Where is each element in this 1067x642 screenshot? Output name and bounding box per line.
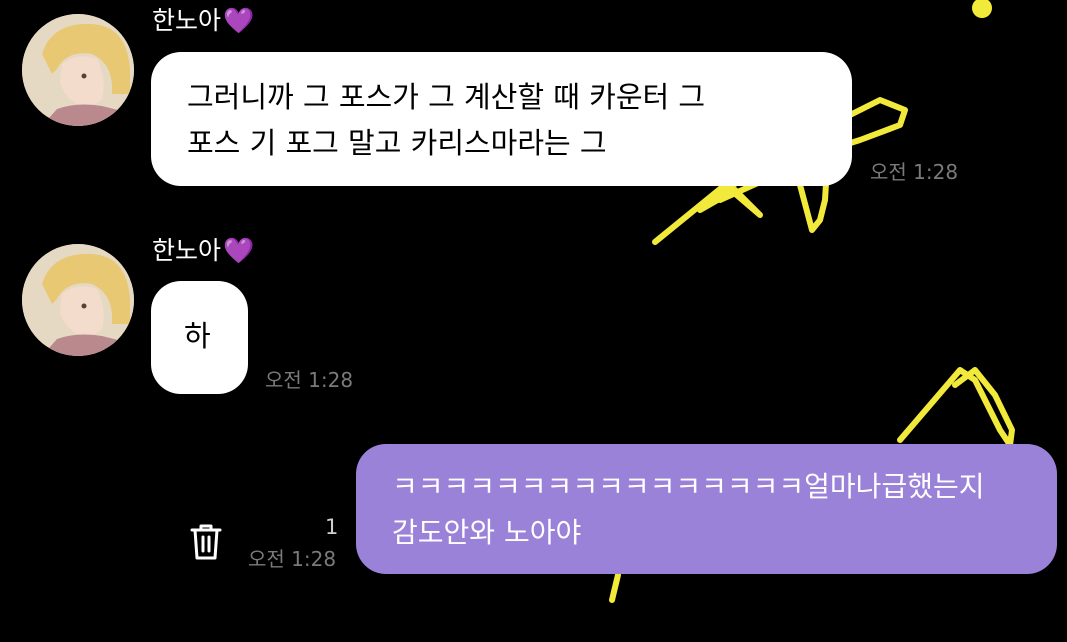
message-line: 감도안와 노아야 — [392, 516, 582, 549]
chat-screen: 한노아💜 그러니까 그 포스가 그 계산할 때 카운터 그 포스 기 포그 말고… — [0, 0, 1067, 642]
message-line: 포스 기 포그 말고 카리스마라는 그 — [187, 126, 607, 160]
avatar[interactable] — [22, 244, 134, 356]
purple-heart-icon: 💜 — [223, 236, 255, 265]
doodle-tail — [609, 572, 621, 603]
sender-name: 한노아💜 — [152, 236, 254, 266]
message-line: 그러니까 그 포스가 그 계산할 때 카운터 그 — [187, 80, 706, 114]
message-timestamp: 오전 1:28 — [248, 547, 337, 571]
sender-name: 한노아💜 — [152, 6, 254, 36]
purple-heart-icon: 💜 — [223, 6, 255, 35]
message-bubble[interactable]: 하 — [151, 281, 248, 394]
sender-name-text: 한노아 — [152, 6, 222, 35]
doodle-dot — [972, 0, 992, 18]
message-bubble[interactable]: 그러니까 그 포스가 그 계산할 때 카운터 그 포스 기 포그 말고 카리스마… — [151, 52, 852, 186]
profile-illustration-icon — [22, 244, 134, 356]
avatar[interactable] — [22, 14, 134, 126]
message-line: ㅋㅋㅋㅋㅋㅋㅋㅋㅋㅋㅋㅋㅋㅋㅋㅋ얼마나급했는지 — [392, 470, 985, 503]
doodle-star-bottom — [897, 367, 1015, 448]
sender-name-text: 한노아 — [152, 236, 222, 265]
trash-icon[interactable] — [188, 522, 224, 562]
message-timestamp: 오전 1:28 — [265, 368, 354, 392]
message-line: 하 — [184, 319, 211, 353]
message-timestamp: 오전 1:28 — [870, 160, 959, 184]
message-bubble[interactable]: ㅋㅋㅋㅋㅋㅋㅋㅋㅋㅋㅋㅋㅋㅋㅋㅋ얼마나급했는지 감도안와 노아야 — [356, 444, 1057, 574]
unread-count: 1 — [325, 515, 339, 539]
profile-illustration-icon — [22, 14, 134, 126]
